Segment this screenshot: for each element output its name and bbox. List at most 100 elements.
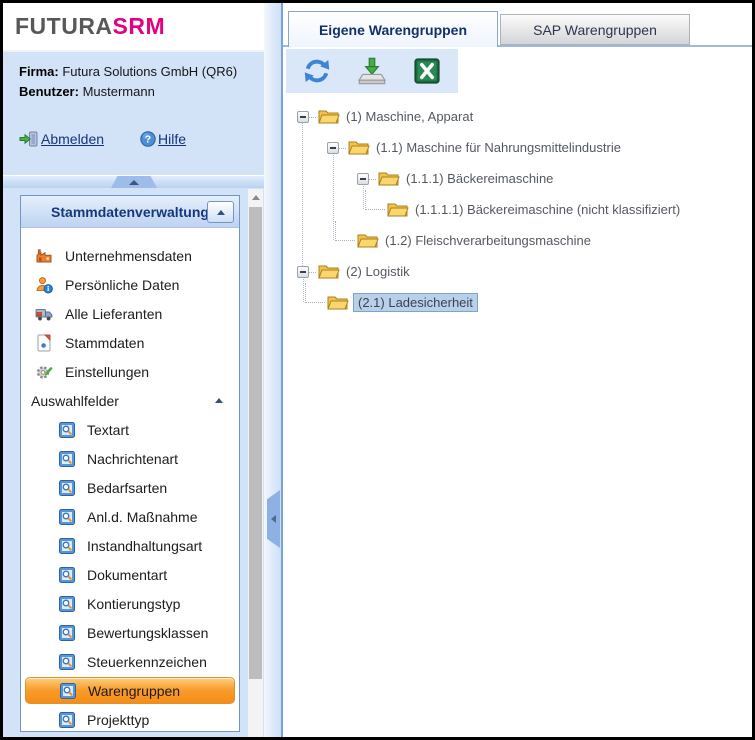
sidebar-item-bedarfsarten[interactable]: Bedarfsarten [21, 473, 239, 502]
sub-item-label: Projekttyp [87, 712, 149, 728]
tree-node-label[interactable]: (1.1) Maschine für Nahrungsmittelindustr… [376, 140, 621, 155]
search-icon [59, 480, 75, 496]
excel-icon [413, 57, 441, 85]
logout-link[interactable]: Abmelden [19, 130, 104, 148]
tree-node-label[interactable]: (1.1.1.1) Bäckereimaschine (nicht klassi… [415, 202, 680, 217]
folder-icon[interactable] [327, 294, 349, 311]
tree-rail [363, 184, 365, 209]
logo-text-primary: FUTURA [15, 13, 113, 40]
tree-node: (1.1) Maschine für Nahrungsmittelindustr… [289, 132, 749, 163]
collapse-minus-icon[interactable] [357, 173, 369, 185]
logout-label: Abmelden [41, 131, 104, 147]
tree-elbow-connector [305, 283, 325, 303]
sub-item-label: Bewertungsklassen [87, 625, 208, 641]
group-label: Auswahlfelder [31, 393, 119, 409]
tree-node-label[interactable]: (1) Maschine, Apparat [346, 109, 473, 124]
tree-node-label[interactable]: (2) Logistik [346, 264, 410, 279]
tree-connector [369, 178, 376, 180]
chevron-up-icon [217, 210, 225, 215]
search-icon [59, 654, 75, 670]
sidebar-item-stammdaten[interactable]: Stammdaten [21, 328, 239, 357]
warengruppen-tree: (1) Maschine, Apparat (1.1) Maschine für… [289, 101, 749, 318]
menu-list: Unternehmensdaten Persönliche Daten [21, 228, 239, 734]
collapse-minus-icon[interactable] [327, 142, 339, 154]
group-collapse-icon [215, 398, 223, 403]
app-window: FUTURA SRM Firma: Futura Solutions GmbH … [3, 3, 752, 737]
company-line: Firma: Futura Solutions GmbH (QR6) [19, 62, 237, 82]
company-label: Firma: [19, 64, 59, 79]
chevron-left-icon [271, 515, 276, 523]
panel-collapse-button[interactable] [207, 201, 234, 223]
sidebar-item-projekttyp[interactable]: Projekttyp [21, 705, 239, 734]
help-label: Hilfe [158, 131, 186, 147]
search-icon [59, 712, 75, 728]
folder-icon[interactable] [378, 170, 400, 187]
sidebar-item-instandhaltungsart[interactable]: Instandhaltungsart [21, 531, 239, 560]
sidebar-scrollbar[interactable] [248, 189, 263, 737]
folder-icon[interactable] [357, 232, 379, 249]
excel-export-button[interactable] [410, 54, 444, 88]
tab-sap-warengruppen[interactable]: SAP Warengruppen [500, 14, 690, 45]
import-button[interactable] [355, 54, 389, 88]
splitter-collapse-handle[interactable] [267, 490, 280, 548]
collapse-minus-icon[interactable] [297, 111, 309, 123]
help-link[interactable]: ? Hilfe [140, 131, 186, 147]
sidebar-item-anld-massnahme[interactable]: Anl.d. Maßnahme [21, 502, 239, 531]
tree-node-label[interactable]: (2.1) Ladesicherheit [353, 293, 478, 312]
tree-connector [309, 271, 316, 273]
collapse-minus-icon[interactable] [297, 266, 309, 278]
suppliers-icon [35, 305, 53, 323]
tree-node-label[interactable]: (1.2) Fleischverarbeitungsmaschine [385, 233, 591, 248]
sidebar-item-bewertungsklassen[interactable]: Bewertungsklassen [21, 618, 239, 647]
scrollbar-thumb[interactable] [249, 207, 262, 679]
sidebar-item-steuerkennzeichen[interactable]: Steuerkennzeichen [21, 647, 239, 676]
tree-rail [302, 122, 304, 266]
sidebar-item-textart[interactable]: Textart [21, 415, 239, 444]
tree-node: (1.1.1.1) Bäckereimaschine (nicht klassi… [289, 194, 749, 225]
personal-data-icon [35, 276, 53, 294]
sub-item-label: Dokumentart [87, 567, 167, 583]
sidebar-item-kontierungstyp[interactable]: Kontierungstyp [21, 589, 239, 618]
tree-node-label[interactable]: (1.1.1) Bäckereimaschine [406, 171, 553, 186]
sidebar-item-einstellungen[interactable]: Einstellungen [21, 357, 239, 386]
search-icon [59, 625, 75, 641]
user-info-block: Firma: Futura Solutions GmbH (QR6) Benut… [19, 62, 237, 102]
sub-item-label: Instandhaltungsart [87, 538, 202, 554]
sidebar-item-dokumentart[interactable]: Dokumentart [21, 560, 239, 589]
sidebar-item-persoenliche-daten[interactable]: Persönliche Daten [21, 270, 239, 299]
collapse-up-handle[interactable] [111, 176, 157, 188]
user-line: Benutzer: Mustermann [19, 82, 237, 102]
logo-text-accent: SRM [113, 13, 166, 40]
app-logo: FUTURA SRM [3, 3, 264, 52]
sidebar-group-auswahlfelder[interactable]: Auswahlfelder [21, 386, 239, 415]
sub-item-label: Bedarfsarten [87, 480, 167, 496]
refresh-button[interactable] [300, 54, 334, 88]
search-icon [59, 422, 75, 438]
master-data-icon [35, 334, 53, 352]
user-value: Mustermann [83, 84, 155, 99]
search-icon [59, 567, 75, 583]
folder-icon[interactable] [318, 108, 340, 125]
help-icon: ? [140, 131, 156, 147]
tab-eigene-warengruppen[interactable]: Eigene Warengruppen [288, 11, 498, 47]
company-value: Futura Solutions GmbH (QR6) [62, 64, 237, 79]
top-collapse-bar [3, 175, 264, 188]
tree-toolbar [286, 49, 458, 93]
folder-icon[interactable] [348, 139, 370, 156]
folder-icon[interactable] [387, 201, 409, 218]
sub-item-label: Steuerkennzeichen [87, 654, 207, 670]
company-icon [35, 247, 53, 265]
sidebar-item-warengruppen[interactable]: Warengruppen [25, 677, 235, 704]
tree-node: (1.1.1) Bäckereimaschine [289, 163, 749, 194]
refresh-icon [302, 57, 332, 85]
scrollbar-up-button[interactable] [248, 189, 263, 205]
sidebar-item-nachrichtenart[interactable]: Nachrichtenart [21, 444, 239, 473]
sidebar-item-alle-lieferanten[interactable]: Alle Lieferanten [21, 299, 239, 328]
tree-node: (2) Logistik [289, 256, 749, 287]
folder-icon[interactable] [318, 263, 340, 280]
tree-rail [303, 277, 305, 302]
sidebar: FUTURA SRM Firma: Futura Solutions GmbH … [3, 3, 264, 737]
panel-splitter[interactable] [264, 3, 283, 737]
sidebar-item-unternehmensdaten[interactable]: Unternehmensdaten [21, 241, 239, 270]
user-label: Benutzer: [19, 84, 79, 99]
